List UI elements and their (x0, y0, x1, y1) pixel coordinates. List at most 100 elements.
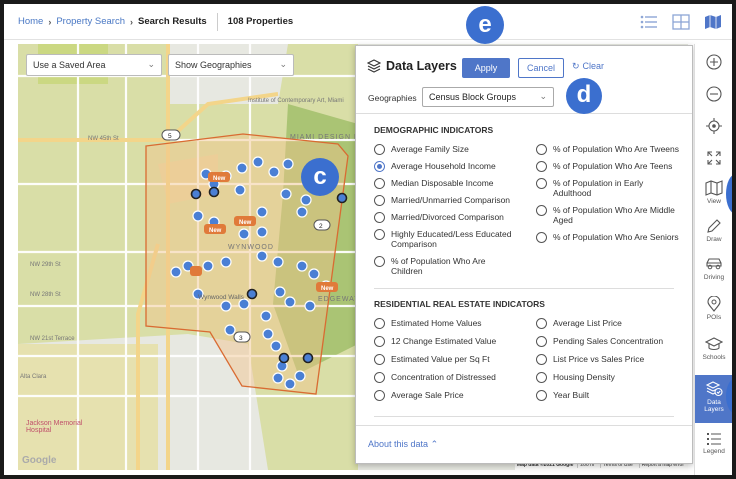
schools-button[interactable]: Schools (695, 336, 732, 361)
radio-option[interactable]: % of Population Who Are Seniors (536, 232, 691, 243)
grid-view-icon[interactable] (672, 14, 690, 30)
radio-button[interactable] (536, 144, 547, 155)
neighborhood-label: WYNWOOD (228, 244, 274, 251)
breadcrumb-property-search[interactable]: Property Search (56, 16, 125, 27)
radio-button[interactable] (536, 390, 547, 401)
breadcrumb-home[interactable]: Home (18, 16, 43, 27)
radio-button[interactable] (374, 354, 385, 365)
radio-label: Year Built (553, 390, 590, 400)
radio-option[interactable]: % of Population in Early Adulthood (536, 178, 671, 198)
radio-option[interactable]: % of Population Who Are Tweens (536, 144, 686, 155)
radio-option[interactable]: Estimated Value per Sq Ft (374, 354, 524, 365)
legend-button[interactable]: Legend (695, 428, 732, 455)
breadcrumb-separator: › (130, 16, 133, 27)
driving-button[interactable]: Driving (695, 256, 732, 281)
expand-icon (707, 151, 721, 165)
map-view-icon[interactable] (704, 14, 722, 30)
radio-label: % of Population Who Are Children (391, 256, 486, 276)
radio-option[interactable]: Median Disposable Income (374, 178, 524, 189)
breadcrumb-separator: › (48, 16, 52, 27)
radio-button[interactable] (374, 144, 385, 155)
radio-label: % of Population Who Are Seniors (553, 232, 679, 242)
zoom-out-button[interactable] (695, 86, 732, 104)
divider (216, 12, 218, 31)
radio-button[interactable] (374, 336, 385, 347)
radio-label: Average Sale Price (391, 390, 464, 400)
radio-button[interactable] (536, 161, 547, 172)
chevron-down-icon: ⌄ (147, 59, 155, 69)
geographies-label: Geographies (368, 93, 417, 103)
locate-icon (706, 118, 722, 134)
pois-button[interactable]: POIs (695, 296, 732, 321)
radio-button[interactable] (536, 232, 547, 243)
car-icon (706, 258, 722, 270)
street-label: NW 28th St (30, 292, 61, 298)
geographies-dropdown[interactable]: Census Block Groups ⌄ (422, 87, 554, 107)
schools-label: Schools (702, 354, 726, 361)
apply-button[interactable]: Apply (462, 58, 510, 78)
google-logo: Google (22, 455, 57, 466)
cancel-button[interactable]: Cancel (518, 58, 564, 78)
svg-text:3: 3 (239, 335, 243, 342)
about-data-toggle[interactable]: About this data ⌃ (368, 439, 438, 450)
svg-text:New: New (213, 176, 226, 182)
radio-label: % of Population in Early Adulthood (553, 178, 644, 198)
annotation-badge-c: c (301, 158, 339, 196)
radio-button[interactable] (374, 318, 385, 329)
radio-option[interactable]: Highly Educated/Less Educated Comparison (374, 229, 519, 249)
list-view-icon[interactable] (640, 14, 658, 30)
saved-area-select[interactable]: Use a Saved Area ⌄ (26, 54, 162, 76)
radio-label: % of Population Who Are Teens (553, 161, 673, 171)
radio-button[interactable] (536, 205, 547, 216)
pencil-icon (707, 219, 721, 233)
radio-option[interactable]: Estimated Home Values (374, 318, 524, 329)
panel-title: Data Layers (386, 59, 457, 73)
data-layers-panel: Data Layers Apply Cancel ↻ Clear Geograph… (355, 45, 693, 464)
radio-button[interactable] (536, 336, 547, 347)
radio-label: Highly Educated/Less Educated Comparison (391, 229, 512, 249)
poi-label: Jackson Memorial Hospital (26, 420, 83, 434)
radio-option[interactable]: Pending Sales Concentration (536, 336, 686, 347)
radio-button[interactable] (536, 372, 547, 383)
fullscreen-button[interactable] (695, 150, 732, 168)
radio-button[interactable] (536, 178, 547, 189)
data-layers-label: Data Layers (704, 399, 724, 413)
radio-option[interactable]: % of Population Who Are Teens (536, 161, 686, 172)
locate-button[interactable] (695, 118, 732, 136)
radio-label: Married/Divorced Comparison (391, 212, 504, 222)
radio-option[interactable]: Concentration of Distressed (374, 372, 524, 383)
radio-option[interactable]: Housing Density (536, 372, 686, 383)
radio-label: Average Household Income (391, 161, 496, 171)
radio-option[interactable]: Average Family Size (374, 144, 524, 155)
indicator-list[interactable]: DEMOGRAPHIC INDICATORS Average Family Si… (356, 114, 692, 427)
draw-button[interactable]: Draw (695, 218, 732, 243)
radio-option[interactable]: % of Population Who Are Middle Aged (536, 205, 681, 225)
panel-footer: About this data ⌃ (356, 425, 692, 463)
radio-option[interactable]: Average List Price (536, 318, 686, 329)
driving-label: Driving (703, 274, 725, 281)
radio-button[interactable] (536, 318, 547, 329)
clear-button[interactable]: ↻ Clear (572, 61, 604, 72)
radio-button[interactable] (374, 212, 385, 223)
radio-button[interactable] (374, 390, 385, 401)
radio-button[interactable] (374, 372, 385, 383)
geographies-dropdown-value: Census Block Groups (429, 92, 517, 102)
radio-option[interactable]: Year Built (536, 390, 686, 401)
radio-button[interactable] (374, 229, 385, 240)
radio-option[interactable]: Average Household Income (374, 161, 524, 172)
zoom-in-button[interactable] (695, 54, 732, 72)
radio-button-selected[interactable] (374, 161, 385, 172)
clear-label: Clear (582, 61, 605, 71)
radio-button[interactable] (536, 354, 547, 365)
geographies-select[interactable]: Show Geographies ⌄ (168, 54, 294, 76)
radio-option[interactable]: List Price vs Sales Price (536, 354, 686, 365)
radio-option[interactable]: % of Population Who Are Children (374, 256, 504, 276)
radio-option[interactable]: 12 Change Estimated Value (374, 336, 524, 347)
radio-option[interactable]: Average Sale Price (374, 390, 524, 401)
chevron-down-icon: ⌄ (539, 91, 547, 101)
radio-option[interactable]: Married/Divorced Comparison (374, 212, 524, 223)
radio-button[interactable] (374, 195, 385, 206)
radio-option[interactable]: Married/Unmarried Comparison (374, 195, 524, 206)
radio-button[interactable] (374, 178, 385, 189)
radio-button[interactable] (374, 256, 385, 267)
